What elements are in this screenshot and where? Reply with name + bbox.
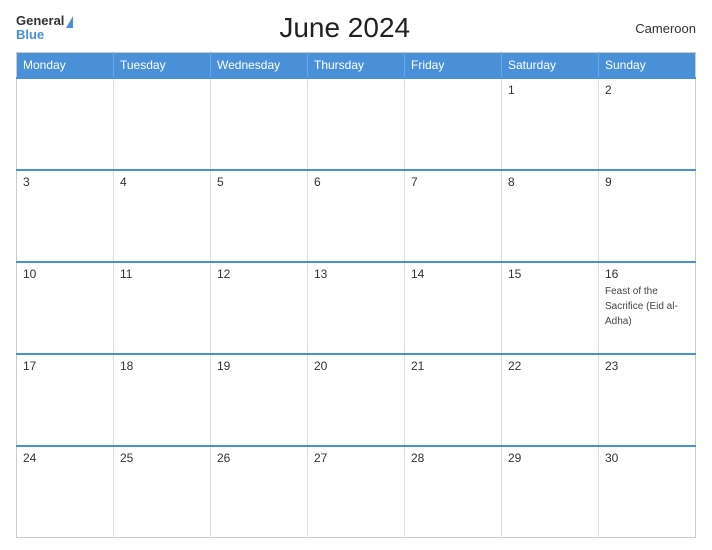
calendar-cell: 20	[308, 354, 405, 446]
day-number: 2	[605, 83, 689, 97]
logo-general-text: General	[16, 14, 64, 28]
day-number: 4	[120, 175, 204, 189]
calendar-cell: 29	[502, 446, 599, 538]
day-number: 7	[411, 175, 495, 189]
day-number: 8	[508, 175, 592, 189]
calendar-title: June 2024	[73, 12, 616, 44]
day-number: 19	[217, 359, 301, 373]
header: General Blue June 2024 Cameroon	[16, 12, 696, 44]
calendar-cell: 14	[405, 262, 502, 354]
calendar-table: Monday Tuesday Wednesday Thursday Friday…	[16, 52, 696, 538]
day-number: 13	[314, 267, 398, 281]
event-label: Feast of the Sacrifice (Eid al-Adha)	[605, 286, 678, 327]
col-thursday: Thursday	[308, 53, 405, 79]
day-number: 5	[217, 175, 301, 189]
calendar-cell: 15	[502, 262, 599, 354]
logo-row1: General	[16, 14, 73, 28]
calendar-week-2: 3456789	[17, 170, 696, 262]
col-wednesday: Wednesday	[211, 53, 308, 79]
day-number: 10	[23, 267, 107, 281]
logo-blue-text: Blue	[16, 28, 73, 42]
calendar-cell: 16 Feast of the Sacrifice (Eid al-Adha)	[599, 262, 696, 354]
day-number: 26	[217, 451, 301, 465]
calendar-cell	[405, 78, 502, 170]
day-number: 17	[23, 359, 107, 373]
calendar-cell: 10	[17, 262, 114, 354]
calendar-cell: 9	[599, 170, 696, 262]
day-number: 21	[411, 359, 495, 373]
col-saturday: Saturday	[502, 53, 599, 79]
calendar-cell: 5	[211, 170, 308, 262]
calendar-week-1: 12	[17, 78, 696, 170]
calendar-cell: 19	[211, 354, 308, 446]
calendar-cell: 24	[17, 446, 114, 538]
calendar-cell: 26	[211, 446, 308, 538]
calendar-cell: 6	[308, 170, 405, 262]
day-number: 24	[23, 451, 107, 465]
calendar-cell: 12	[211, 262, 308, 354]
calendar-week-3: 10 11 12 13 14 15 16 Feast of the Sacrifice (Ei…	[17, 262, 696, 354]
day-number: 16	[605, 267, 689, 281]
day-number: 23	[605, 359, 689, 373]
calendar-cell: 8	[502, 170, 599, 262]
day-number: 25	[120, 451, 204, 465]
calendar-cell: 21	[405, 354, 502, 446]
calendar-week-4: 17 18 19 20 21 22 23	[17, 354, 696, 446]
calendar-cell	[211, 78, 308, 170]
logo-block: General Blue	[16, 14, 73, 43]
logo: General Blue	[16, 14, 73, 43]
day-number: 30	[605, 451, 689, 465]
day-number: 27	[314, 451, 398, 465]
day-number: 20	[314, 359, 398, 373]
col-tuesday: Tuesday	[114, 53, 211, 79]
day-number: 15	[508, 267, 592, 281]
col-sunday: Sunday	[599, 53, 696, 79]
day-number: 1	[508, 83, 592, 97]
day-number: 12	[217, 267, 301, 281]
day-number: 9	[605, 175, 689, 189]
calendar-cell: 4	[114, 170, 211, 262]
calendar-cell: 11	[114, 262, 211, 354]
logo-triangle-icon	[66, 16, 73, 28]
col-friday: Friday	[405, 53, 502, 79]
day-number: 28	[411, 451, 495, 465]
calendar-week-5: 24 25 26 27 28 29 30	[17, 446, 696, 538]
calendar-cell: 13	[308, 262, 405, 354]
calendar-cell: 23	[599, 354, 696, 446]
calendar-cell: 18	[114, 354, 211, 446]
calendar-cell: 17	[17, 354, 114, 446]
calendar-cell: 3	[17, 170, 114, 262]
calendar-header-row: Monday Tuesday Wednesday Thursday Friday…	[17, 53, 696, 79]
calendar-cell	[17, 78, 114, 170]
day-number: 11	[120, 267, 204, 281]
calendar-cell: 7	[405, 170, 502, 262]
day-number: 3	[23, 175, 107, 189]
calendar-cell: 28	[405, 446, 502, 538]
calendar-cell	[114, 78, 211, 170]
day-number: 29	[508, 451, 592, 465]
day-number: 18	[120, 359, 204, 373]
day-number: 6	[314, 175, 398, 189]
day-number: 14	[411, 267, 495, 281]
calendar-cell: 30	[599, 446, 696, 538]
col-monday: Monday	[17, 53, 114, 79]
calendar-cell: 22	[502, 354, 599, 446]
calendar-cell: 1	[502, 78, 599, 170]
page: General Blue June 2024 Cameroon Monday T…	[0, 0, 712, 550]
day-number: 22	[508, 359, 592, 373]
country-label: Cameroon	[616, 21, 696, 36]
calendar-cell: 2	[599, 78, 696, 170]
calendar-cell: 25	[114, 446, 211, 538]
calendar-cell	[308, 78, 405, 170]
calendar-cell: 27	[308, 446, 405, 538]
